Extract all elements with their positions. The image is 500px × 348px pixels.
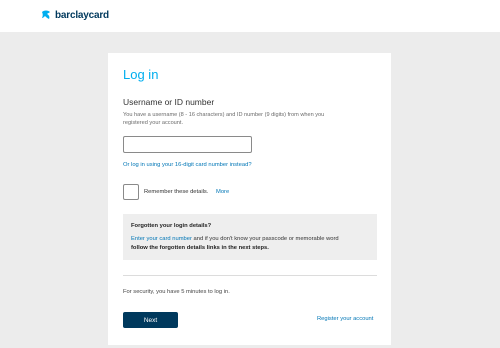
card-number-login-link[interactable]: Or log in using your 16-digit card numbe… bbox=[123, 162, 252, 168]
remember-label: Remember these details. bbox=[144, 189, 209, 195]
forgotten-details-panel: Forgotten your login details? Enter your… bbox=[123, 214, 377, 260]
remember-more-link[interactable]: More bbox=[216, 189, 229, 195]
divider bbox=[123, 275, 377, 276]
username-input[interactable] bbox=[123, 136, 252, 153]
forgotten-line: Enter your card number and if you don't … bbox=[131, 236, 371, 242]
username-label: Username or ID number bbox=[123, 97, 215, 107]
barclays-eagle-icon bbox=[42, 10, 50, 19]
next-button[interactable]: Next bbox=[123, 312, 178, 328]
top-bar: barclaycard bbox=[0, 0, 500, 32]
register-account-link[interactable]: Register your account bbox=[317, 316, 373, 322]
login-card: Log in Username or ID number You have a … bbox=[108, 53, 391, 345]
barclaycard-logo[interactable]: barclaycard bbox=[40, 9, 109, 21]
page-title: Log in bbox=[123, 67, 159, 82]
enter-card-number-link[interactable]: Enter your card number bbox=[131, 236, 192, 242]
security-note: For security, you have 5 minutes to log … bbox=[123, 289, 230, 295]
forgotten-line-text: and if you don't know your passcode or m… bbox=[191, 236, 339, 242]
username-hint: You have a username (8 - 16 characters) … bbox=[123, 112, 325, 126]
forgotten-instruction: follow the forgotten details links in th… bbox=[131, 245, 269, 251]
forgotten-title: Forgotten your login details? bbox=[131, 223, 212, 229]
brand-name: barclaycard bbox=[55, 9, 109, 21]
remember-checkbox[interactable] bbox=[123, 184, 139, 200]
